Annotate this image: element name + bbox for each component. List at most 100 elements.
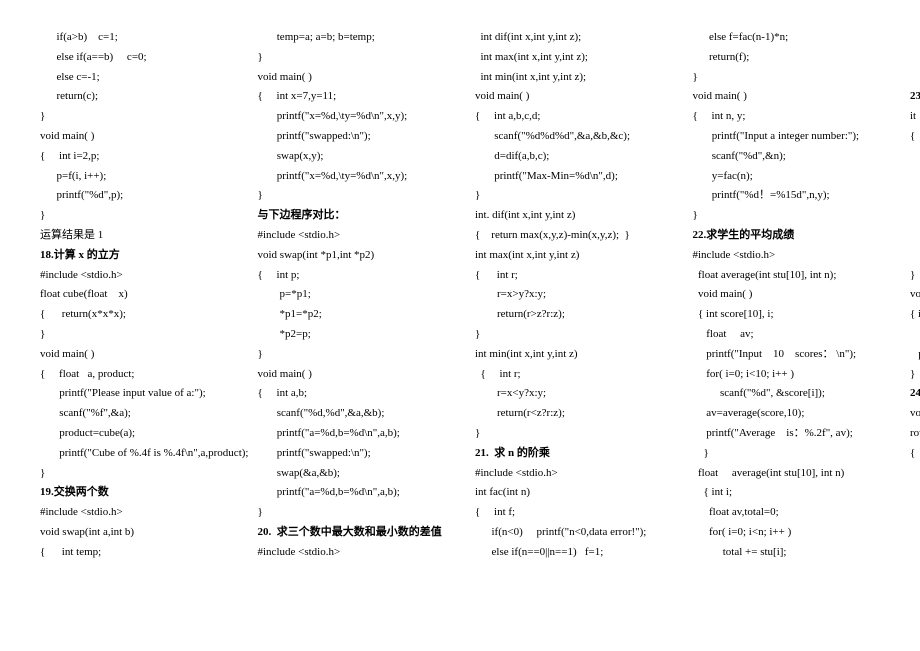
code-line: int max(int x,int y,int z); — [475, 48, 663, 68]
code-line: { int i; — [693, 483, 881, 503]
code-line: void main( ) — [693, 87, 881, 107]
code-line: 20. 求三个数中最大数和最小数的差值 — [258, 523, 446, 543]
code-line: 18.计算 x 的立方 — [40, 246, 228, 266]
code-line: } — [910, 266, 920, 286]
code-line: #include <stdio.h> — [40, 503, 228, 523]
code-line: { return max(x,y,z)-min(x,y,z); } — [475, 226, 663, 246]
code-line: float average(int stu[10], int n) — [693, 464, 881, 484]
code-line: for(i=0;i<row;i++) — [910, 464, 920, 484]
code-line: max=array[0][0]; — [910, 147, 920, 167]
code-line: return(max); — [910, 246, 920, 266]
code-line: int min(int x,int y,int z) — [475, 345, 663, 365]
code-line: printf("a=%d,b=%d\n",a,b); — [258, 483, 446, 503]
code-line: printf("Average is：%.2f", av); — [693, 424, 881, 444]
code-line: p=f(i, i++); — [40, 167, 228, 187]
code-line: void main( ) — [475, 87, 663, 107]
code-line: 24.求二维数组中各行元素之和 — [910, 384, 920, 404]
code-line: { int p; — [258, 266, 446, 286]
code-line: float av,total=0; — [693, 503, 881, 523]
code-line: else if(n==0||n==1) f=1; — [475, 543, 663, 563]
code-line: if(a>b) c=1; — [40, 28, 228, 48]
code-line: 与下边程序对比： — [258, 206, 446, 226]
code-line: float av; — [693, 325, 881, 345]
code-line: #include <stdio.h> — [258, 226, 446, 246]
code-line: d=dif(a,b,c); — [475, 147, 663, 167]
code-line: for(i=0;i<3;i++) — [910, 167, 920, 187]
code-line: void swap(int a,int b) — [40, 523, 228, 543]
code-line: } — [40, 325, 228, 345]
code-line: scanf("%f",&a); — [40, 404, 228, 424]
code-line: { int a,b,c,d; — [475, 107, 663, 127]
code-line: for( i=0; i<10; i++ ) — [693, 365, 881, 385]
code-line: } — [475, 186, 663, 206]
code-line: } — [475, 325, 663, 345]
code-line: return av; — [910, 48, 920, 68]
code-line: int dif(int x,int y,int z); — [475, 28, 663, 48]
code-line: return(f); — [693, 48, 881, 68]
code-line: printf("swapped:\n"); — [258, 127, 446, 147]
code-line: void main( ) — [258, 68, 446, 88]
code-line: #include <stdio.h> — [258, 543, 446, 563]
code-line: printf("%d",p); — [40, 186, 228, 206]
code-line: 23. 求二维数组中最大元素值 — [910, 87, 920, 107]
code-line: 22.求学生的平均成绩 — [693, 226, 881, 246]
code-line: #include <stdio.h> — [40, 266, 228, 286]
code-line: void main( ) — [258, 365, 446, 385]
code-line: float average(int stu[10], int n); — [693, 266, 881, 286]
code-line: printf("%d！=%15d",n,y); — [693, 186, 881, 206]
code-line: } — [693, 68, 881, 88]
code-line: *p2=p; — [258, 325, 446, 345]
code-line: *p1=*p2; — [258, 305, 446, 325]
code-line: printf("swapped:\n"); — [258, 444, 446, 464]
code-line: { int a[3][4]={{1,3,5,7}, — [910, 305, 920, 325]
code-line: printf("a=%d,b=%d\n",a,b); — [258, 424, 446, 444]
code-line: { return(x*x*x); — [40, 305, 228, 325]
code-line: { int r; — [475, 365, 663, 385]
code-line: } — [40, 107, 228, 127]
code-line: total += stu[i]; — [693, 543, 881, 563]
code-line: temp=a; a=b; b=temp; — [258, 28, 446, 48]
code-line: for( i=0; i<n; i++ ) — [693, 523, 881, 543]
code-line: } — [40, 206, 228, 226]
code-line: float cube(float x) — [40, 285, 228, 305]
code-line: swap(x,y); — [258, 147, 446, 167]
code-line: for(j=0;j<4;j++) — [910, 186, 920, 206]
code-line: void main( ) — [693, 285, 881, 305]
code-line: void main( ) — [40, 345, 228, 365]
code-line: #include <stdio.h> — [475, 464, 663, 484]
code-line: else f=fac(n-1)*n; — [693, 28, 881, 48]
code-line: { int f; — [475, 503, 663, 523]
code-line: y=fac(n); — [693, 167, 881, 187]
code-line: return(c); — [40, 87, 228, 107]
code-line: { int temp; — [40, 543, 228, 563]
code-line: { result[i]=0; — [910, 483, 920, 503]
code-line: if(array[i][j]>max) — [910, 206, 920, 226]
code-line: } — [258, 186, 446, 206]
code-line: } — [910, 68, 920, 88]
code-line: int fac(int n) — [475, 483, 663, 503]
code-line: printf("Input 10 scores： \n"); — [693, 345, 881, 365]
code-line: if(n<0) printf("n<0,data error!"); — [475, 523, 663, 543]
code-line: printf("Cube of %.4f is %.4f\n",a,produc… — [40, 444, 228, 464]
code-line: r=x>y?x:y; — [475, 285, 663, 305]
code-line: printf("Max-Min=%d\n",d); — [475, 167, 663, 187]
code-line: int min(int x,int y,int z); — [475, 68, 663, 88]
code-line: #include <stdio.h> — [693, 246, 881, 266]
code-line: r=x<y?x:y; — [475, 384, 663, 404]
code-line: { int a,b; — [258, 384, 446, 404]
code-line: return(r>z?r:z); — [475, 305, 663, 325]
code-line: scanf("%d",&n); — [693, 147, 881, 167]
code-line: { int i,j,k,max; — [910, 127, 920, 147]
code-line: swap(&a,&b); — [258, 464, 446, 484]
code-line: 21. 求 n 的阶乘 — [475, 444, 663, 464]
code-line: } — [693, 206, 881, 226]
code-line: } — [258, 48, 446, 68]
code-line: p=*p1; — [258, 285, 446, 305]
code-line: printf("max value is %d\n",max_value(a))… — [910, 345, 920, 365]
code-line: 运算结果是 1 — [40, 226, 228, 246]
code-line: printf("x=%d,\ty=%d\n",x,y); — [258, 167, 446, 187]
code-line: } — [475, 424, 663, 444]
code-line: int max(int x,int y,int z) — [475, 246, 663, 266]
code-line: max=array[i][j]; — [910, 226, 920, 246]
code-line: { int x=7,y=11; — [258, 87, 446, 107]
